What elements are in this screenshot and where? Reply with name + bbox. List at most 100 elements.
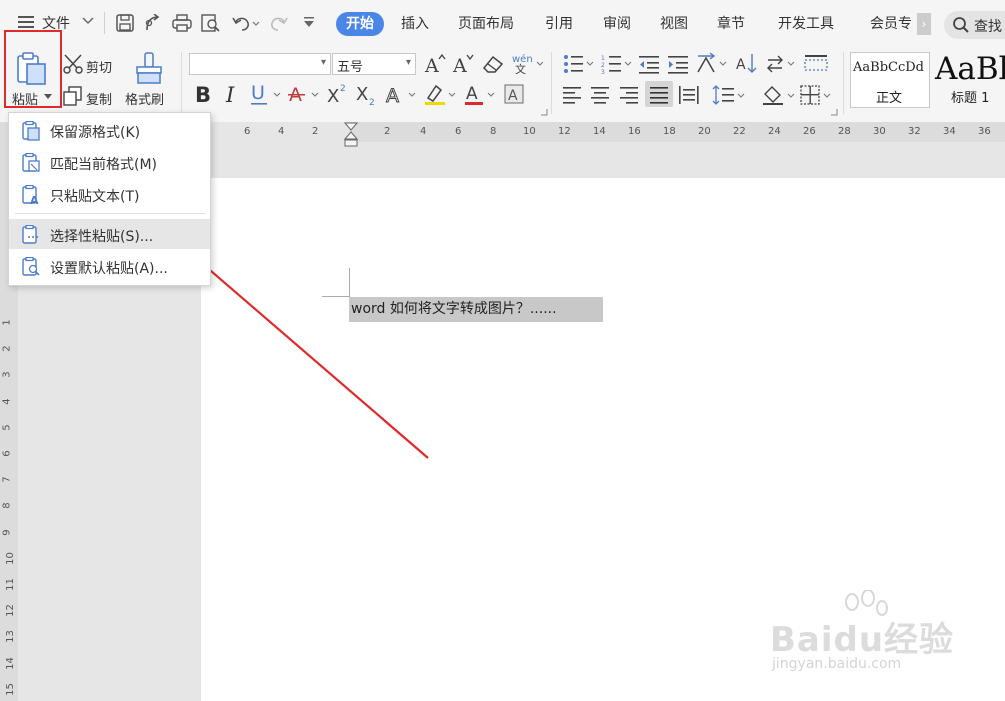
ruler-number: 7 xyxy=(1,476,13,483)
menu-item-label: 保留源格式(K) xyxy=(50,125,141,141)
shading-icon[interactable] xyxy=(762,84,796,106)
svg-text:1: 1 xyxy=(601,55,605,62)
scissors-icon[interactable] xyxy=(62,54,84,74)
save-icon[interactable] xyxy=(116,14,134,32)
copy-button[interactable]: 复制 xyxy=(86,89,112,108)
character-shading-icon[interactable]: A xyxy=(504,84,524,104)
svg-text:A: A xyxy=(30,194,39,205)
ruler-number: 6 xyxy=(1,450,13,457)
text-only-icon: A xyxy=(21,185,41,205)
menu-item-keep-source-formatting[interactable]: 保留源格式(K) xyxy=(9,115,210,145)
sort-icon[interactable]: A xyxy=(736,52,758,74)
ruler-number: 12 xyxy=(558,126,571,137)
bullet-list-icon[interactable] xyxy=(563,54,595,74)
ruler-number: 34 xyxy=(943,126,956,137)
undo-icon[interactable] xyxy=(232,14,260,32)
numbered-list-icon[interactable]: 123 xyxy=(601,54,633,74)
text-direction-icon[interactable] xyxy=(696,52,728,74)
ruler-number: 10 xyxy=(523,126,536,137)
decrease-indent-icon[interactable] xyxy=(639,54,661,74)
menu-item-set-default-paste[interactable]: 设置默认粘贴(A)... xyxy=(9,251,210,281)
ruler-number: 6 xyxy=(244,126,251,137)
align-right-icon[interactable] xyxy=(620,86,640,104)
svg-text:3: 3 xyxy=(601,69,605,74)
menu-item-paste-text-only[interactable]: A 只粘贴文本(T) xyxy=(9,179,210,209)
tab-member[interactable]: 会员专 xyxy=(870,13,912,33)
redo-icon[interactable] xyxy=(270,14,288,32)
font-name-select[interactable]: ▾ xyxy=(189,53,331,75)
justify-icon[interactable] xyxy=(645,81,673,107)
indent-marker-icon[interactable] xyxy=(344,122,358,148)
format-painter-button[interactable]: 格式刷 xyxy=(125,89,164,108)
ruler-number: 4 xyxy=(278,126,285,137)
font-dialog-launcher-icon[interactable] xyxy=(540,108,548,116)
print-icon[interactable] xyxy=(172,14,192,32)
menu-item-label: 设置默认粘贴(A)... xyxy=(50,261,168,277)
increase-font-size-icon[interactable]: A xyxy=(424,53,446,75)
ruler-number: 26 xyxy=(803,126,816,137)
superscript-icon[interactable]: X2 xyxy=(326,82,350,106)
strikethrough-icon[interactable]: A xyxy=(288,82,322,106)
copy-icon[interactable] xyxy=(63,86,83,106)
style-heading-1[interactable]: AaBb 标题 1 xyxy=(932,51,1005,108)
divider xyxy=(551,52,552,114)
chevron-down-icon: ▾ xyxy=(405,57,411,68)
search-box[interactable]: 查找 xyxy=(944,11,1005,39)
show-hide-marks-icon[interactable] xyxy=(766,54,798,74)
print-preview-icon[interactable] xyxy=(201,14,221,32)
font-color-icon[interactable]: A xyxy=(464,82,498,106)
hamburger-icon[interactable] xyxy=(18,15,36,29)
svg-text:X: X xyxy=(356,84,368,105)
line-spacing-icon[interactable] xyxy=(712,84,746,106)
menu-item-paste-special[interactable]: 选择性粘贴(S)... xyxy=(9,219,210,249)
ruler-number: 32 xyxy=(908,126,921,137)
tab-chapter[interactable]: 章节 xyxy=(717,13,745,33)
ruler-number: 30 xyxy=(873,126,886,137)
align-left-icon[interactable] xyxy=(563,86,583,104)
menu-item-label: 匹配当前格式(M) xyxy=(50,157,158,173)
chevron-down-icon[interactable] xyxy=(82,16,94,26)
tab-view[interactable]: 视图 xyxy=(660,13,688,33)
tab-page-layout[interactable]: 页面布局 xyxy=(458,13,514,33)
svg-text:A: A xyxy=(424,55,439,75)
tab-home[interactable]: 开始 xyxy=(336,12,384,36)
italic-icon[interactable]: I xyxy=(224,82,240,106)
tab-insert[interactable]: 插入 xyxy=(401,13,429,33)
ruler-number: 2 xyxy=(312,126,319,137)
ruler-number: 15 xyxy=(4,682,16,696)
clear-formatting-icon[interactable] xyxy=(482,54,504,74)
decrease-font-size-icon[interactable]: A xyxy=(452,53,474,75)
ruler-number: 8 xyxy=(490,126,497,137)
highlight-color-icon[interactable] xyxy=(424,82,458,106)
tab-scroll-right-icon[interactable]: › xyxy=(917,13,931,35)
annotation-highlight-box xyxy=(4,30,62,108)
divider xyxy=(104,12,105,34)
cut-button[interactable]: 剪切 xyxy=(86,57,112,76)
align-center-icon[interactable] xyxy=(591,86,611,104)
ruler-number: 4 xyxy=(1,397,13,405)
ruler-number: 36 xyxy=(978,126,991,137)
increase-indent-icon[interactable] xyxy=(668,54,690,74)
text-effects-icon[interactable]: A xyxy=(385,82,419,106)
table-tools-icon[interactable] xyxy=(804,54,828,74)
tab-developer[interactable]: 开发工具 xyxy=(778,13,834,33)
bold-icon[interactable]: B xyxy=(194,82,212,106)
ruler-number: 6 xyxy=(455,126,462,137)
subscript-icon[interactable]: X2 xyxy=(355,82,379,106)
customize-quick-access-icon[interactable] xyxy=(303,17,317,29)
borders-icon[interactable] xyxy=(800,84,834,106)
menu-item-match-current-formatting[interactable]: 匹配当前格式(M) xyxy=(9,147,210,177)
paragraph-dialog-launcher-icon[interactable] xyxy=(830,108,838,116)
format-painter-icon[interactable] xyxy=(135,52,163,86)
tab-review[interactable]: 审阅 xyxy=(603,13,631,33)
match-format-icon xyxy=(21,153,41,173)
style-normal[interactable]: AaBbCcDd 正文 xyxy=(850,52,930,108)
distributed-align-icon[interactable] xyxy=(678,85,700,105)
underline-icon[interactable]: U xyxy=(250,82,284,106)
phonetic-guide-icon[interactable]: wén 文 xyxy=(511,52,543,74)
font-size-select[interactable]: 五号 ▾ xyxy=(332,53,416,75)
export-pdf-icon[interactable] xyxy=(144,14,164,32)
default-paste-icon xyxy=(21,257,41,277)
svg-text:2: 2 xyxy=(601,62,605,69)
tab-references[interactable]: 引用 xyxy=(545,13,573,33)
